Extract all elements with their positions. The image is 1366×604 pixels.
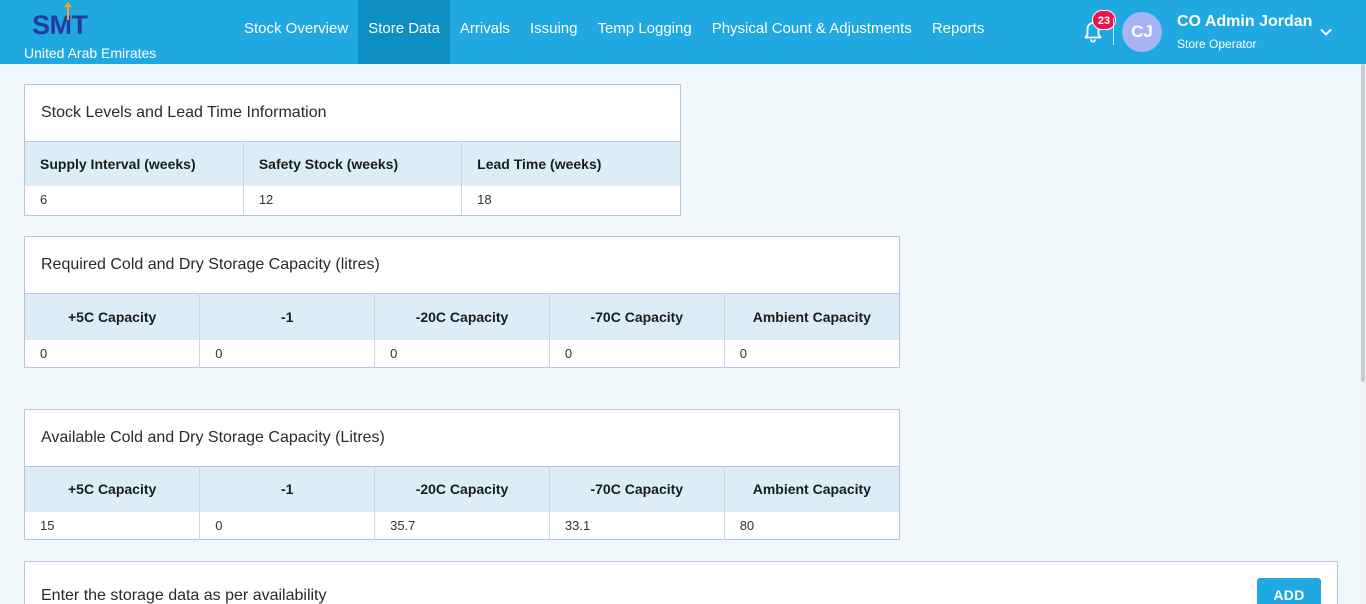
- cell-minus-20c-capacity: 35.7: [374, 511, 550, 540]
- header-divider: [1113, 18, 1114, 45]
- header-minus-20c-capacity: -20C Capacity: [374, 466, 550, 512]
- nav-physical-count[interactable]: Physical Count & Adjustments: [702, 0, 922, 64]
- available-capacity-table: +5C Capacity -1 -20C Capacity -70C Capac…: [25, 466, 899, 540]
- scrollbar-thumb[interactable]: [1361, 64, 1365, 382]
- header-5c-capacity: +5C Capacity: [25, 466, 201, 512]
- header-lead-time: Lead Time (weeks): [461, 141, 680, 186]
- cell-5c-capacity: 15: [25, 511, 201, 540]
- header-supply-interval: Supply Interval (weeks): [25, 141, 244, 186]
- user-role: Store Operator: [1177, 37, 1257, 51]
- cell-supply-interval: 6: [25, 185, 244, 214]
- cell-safety-stock: 12: [243, 185, 463, 214]
- top-bar: SMT United Arab Emirates Stock Overview …: [0, 0, 1366, 64]
- cell-minus-20c-capacity: 0: [374, 339, 550, 368]
- cell-ambient-capacity: 0: [739, 346, 747, 361]
- cell-ambient-capacity: 80: [739, 518, 755, 533]
- table-row: 0 0 0 0 0: [25, 339, 899, 368]
- cell-lead-time: 18: [477, 192, 492, 207]
- table-row: 15 0 35.7 33.1 80: [25, 511, 899, 540]
- country-label: United Arab Emirates: [24, 45, 157, 61]
- required-capacity-card: Required Cold and Dry Storage Capacity (…: [24, 236, 900, 368]
- brand[interactable]: SMT United Arab Emirates: [24, 2, 174, 62]
- nav-arrivals[interactable]: Arrivals: [450, 0, 520, 64]
- header-safety-stock: Safety Stock (weeks): [243, 141, 463, 186]
- header-ambient-capacity: Ambient Capacity: [724, 293, 899, 340]
- avatar[interactable]: CJ: [1122, 12, 1162, 52]
- card-title: Stock Levels and Lead Time Information: [41, 104, 327, 121]
- required-capacity-table: +5C Capacity -1 -20C Capacity -70C Capac…: [25, 293, 899, 368]
- cell-minus-70c-capacity: 0: [549, 339, 725, 368]
- header-ambient-capacity: Ambient Capacity: [724, 466, 899, 512]
- cell-5c-capacity: 0: [25, 339, 201, 368]
- table-header-row: Supply Interval (weeks) Safety Stock (we…: [25, 141, 680, 186]
- nav-reports[interactable]: Reports: [922, 0, 995, 64]
- user-name[interactable]: CO Admin Jordan: [1177, 13, 1312, 31]
- header-minus-70c-capacity: -70C Capacity: [549, 466, 725, 512]
- available-capacity-card: Available Cold and Dry Storage Capacity …: [24, 409, 900, 540]
- nav-issuing[interactable]: Issuing: [520, 0, 588, 64]
- table-row: 6 12 18: [25, 185, 680, 214]
- table-header-row: +5C Capacity -1 -20C Capacity -70C Capac…: [25, 293, 899, 340]
- cell-minus-1: 0: [199, 511, 376, 540]
- card-title: Required Cold and Dry Storage Capacity (…: [41, 256, 380, 273]
- add-button[interactable]: ADD: [1257, 578, 1321, 604]
- stock-levels-table: Supply Interval (weeks) Safety Stock (we…: [25, 141, 680, 214]
- page-scrollbar[interactable]: [1360, 64, 1366, 604]
- header-minus-1: -1: [199, 293, 376, 340]
- logo-arrow-icon: [64, 2, 72, 20]
- cell-minus-1: 0: [199, 339, 376, 368]
- chevron-down-icon[interactable]: [1318, 24, 1334, 40]
- table-header-row: +5C Capacity -1 -20C Capacity -70C Capac…: [25, 466, 899, 512]
- card-title: Available Cold and Dry Storage Capacity …: [41, 429, 385, 446]
- header-minus-70c-capacity: -70C Capacity: [549, 293, 725, 340]
- storage-entry-card: Enter the storage data as per availabili…: [24, 561, 1338, 604]
- header-5c-capacity: +5C Capacity: [25, 293, 201, 340]
- logo: SMT: [32, 10, 88, 40]
- card-title: Enter the storage data as per availabili…: [41, 587, 327, 604]
- stock-levels-card: Stock Levels and Lead Time Information S…: [24, 84, 681, 216]
- header-minus-1: -1: [199, 466, 376, 512]
- nav-stock-overview[interactable]: Stock Overview: [234, 0, 358, 64]
- cell-minus-70c-capacity: 33.1: [549, 511, 725, 540]
- main-nav: Stock Overview Store Data Arrivals Issui…: [234, 0, 994, 64]
- header-minus-20c-capacity: -20C Capacity: [374, 293, 550, 340]
- nav-store-data[interactable]: Store Data: [358, 0, 450, 64]
- nav-temp-logging[interactable]: Temp Logging: [587, 0, 701, 64]
